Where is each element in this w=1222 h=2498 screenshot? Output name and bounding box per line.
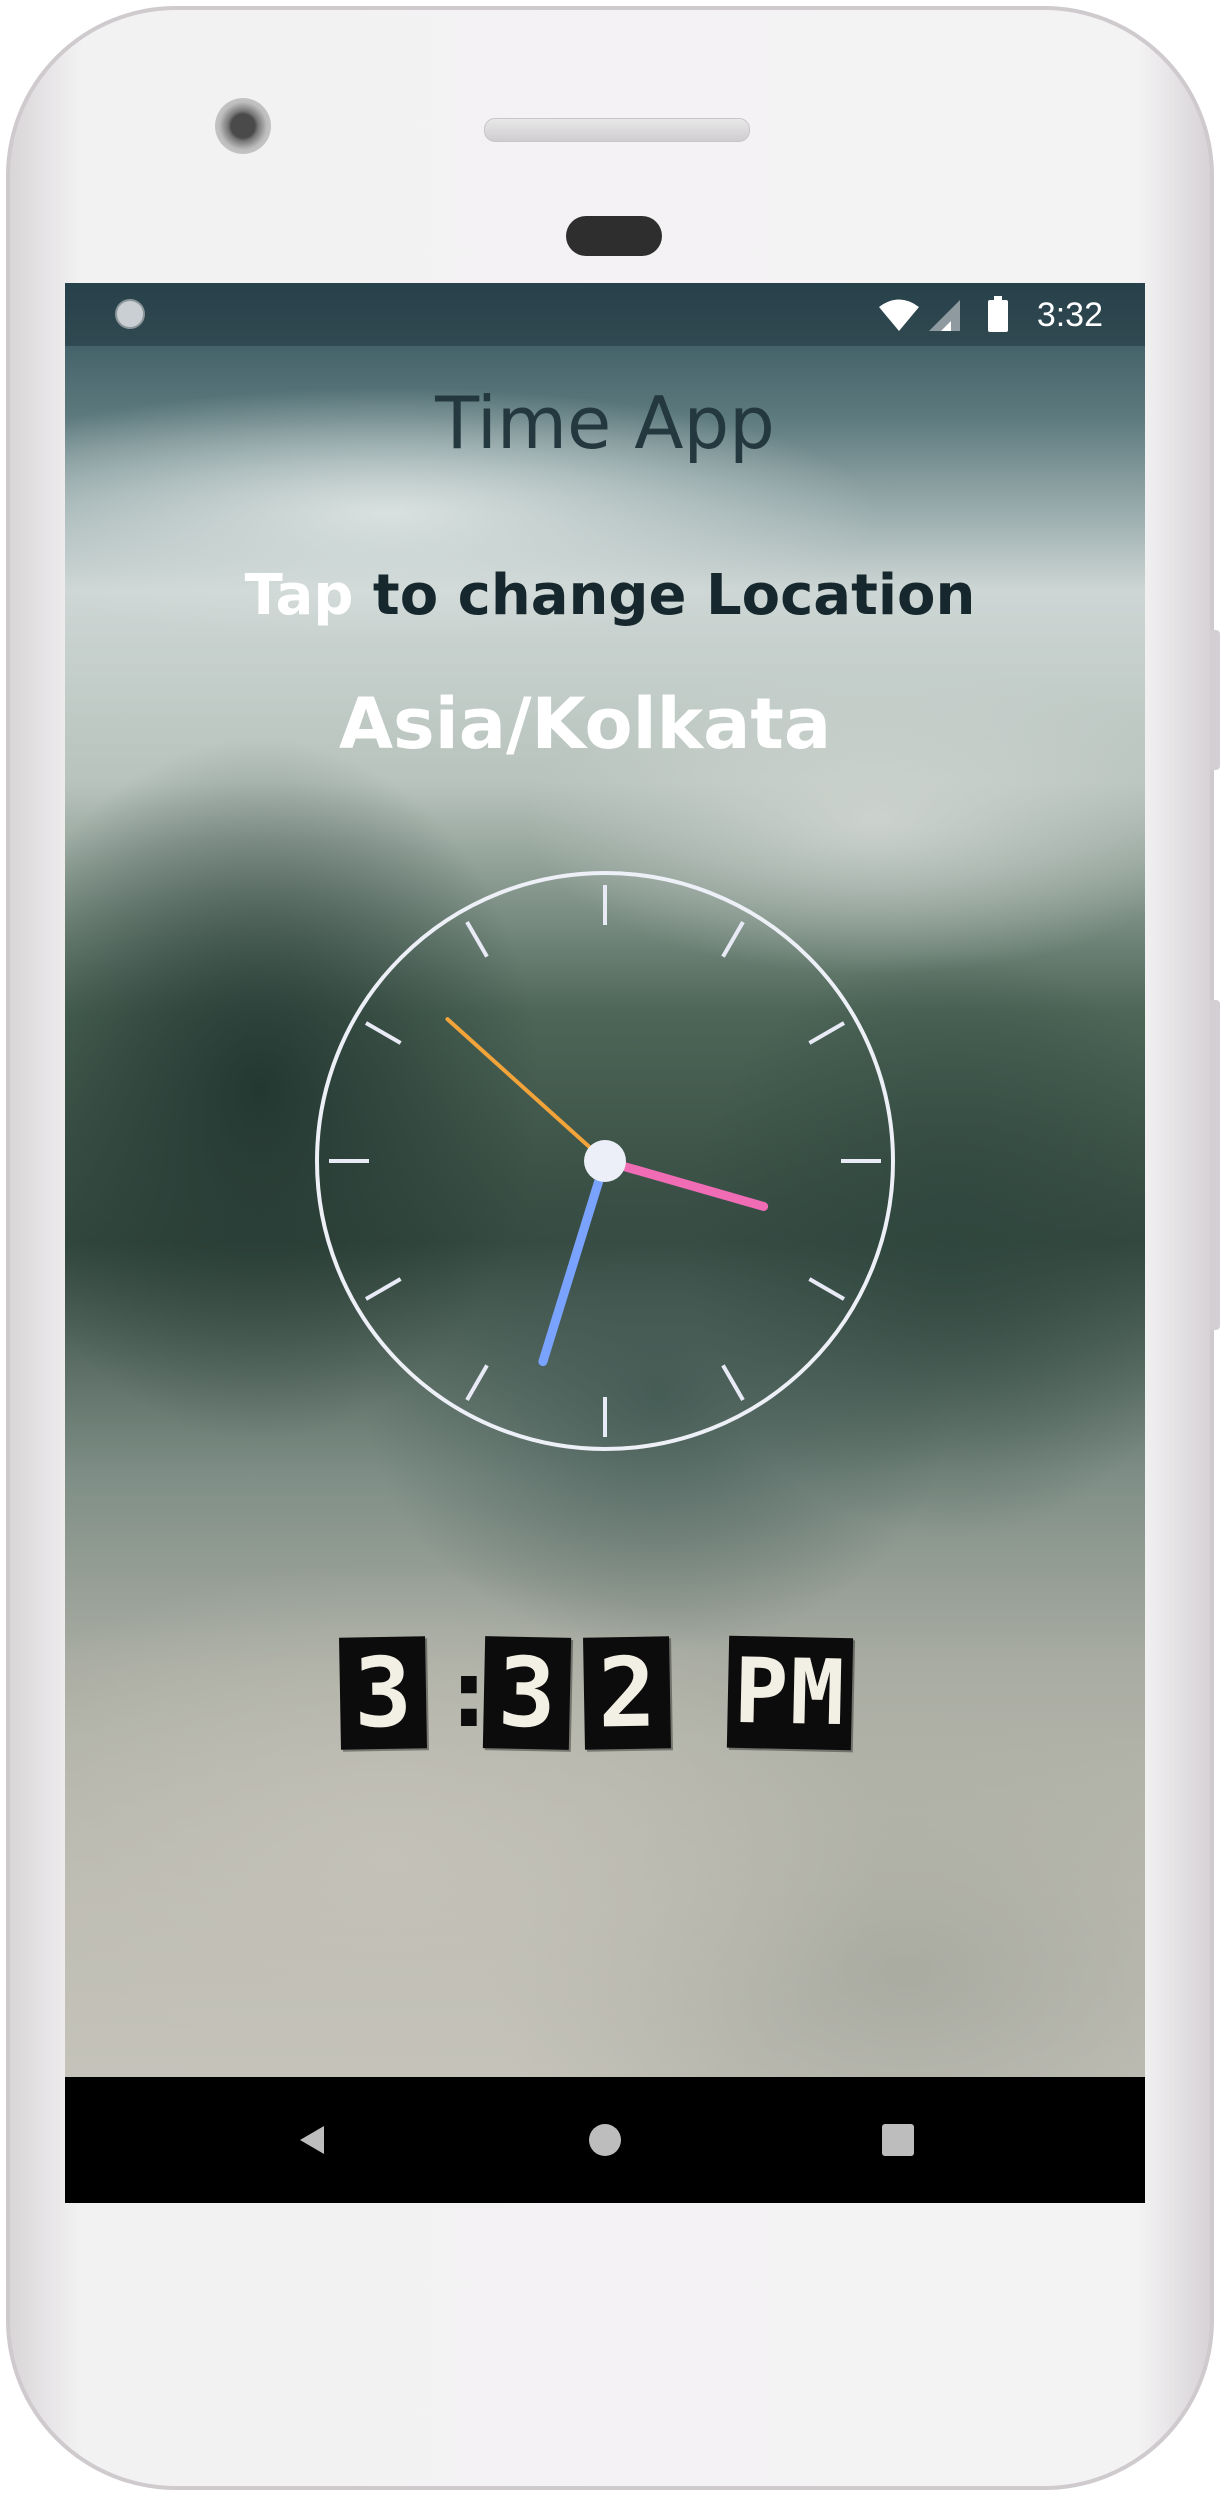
clock-tick xyxy=(465,920,489,958)
location-label[interactable]: Asia/Kolkata xyxy=(65,683,1145,765)
back-icon[interactable] xyxy=(284,2112,340,2168)
digital-minute-ones: 2 xyxy=(583,1636,671,1750)
clock-tick xyxy=(721,1364,745,1402)
battery-icon xyxy=(988,296,1008,332)
digital-separator: : xyxy=(440,1637,498,1749)
cell-signal-icon xyxy=(929,300,960,331)
volume-button xyxy=(1210,1000,1220,1330)
digital-minute-tens: 3 xyxy=(482,1636,572,1750)
clock-center-cap xyxy=(584,1140,626,1182)
clock-tick xyxy=(364,1277,402,1301)
analog-clock xyxy=(315,871,895,1451)
clock-tick xyxy=(808,1277,846,1301)
notification-dot-icon xyxy=(115,299,145,329)
tap-word: Tap xyxy=(244,563,354,628)
navigation-bar xyxy=(65,2077,1145,2203)
hour-hand xyxy=(600,1156,769,1211)
clock-tick xyxy=(465,1364,489,1402)
clock-tick xyxy=(721,920,745,958)
home-icon[interactable] xyxy=(577,2112,633,2168)
clock-tick xyxy=(808,1021,846,1045)
digital-clock: 3 : 3 2 PM xyxy=(339,1633,854,1753)
digital-ampm: PM xyxy=(726,1635,854,1751)
status-bar: 3:32 xyxy=(65,283,1145,346)
app-title: Time App xyxy=(435,381,775,465)
recents-icon[interactable] xyxy=(870,2112,926,2168)
change-location-text: to change Location xyxy=(353,563,976,628)
app-screen: 3:32 Time App Tap to change Location Asi… xyxy=(65,283,1145,2203)
digital-hour: 3 xyxy=(339,1636,427,1750)
earpiece xyxy=(566,216,662,256)
front-camera xyxy=(215,98,271,154)
power-button xyxy=(1210,630,1220,770)
wifi-icon xyxy=(879,299,919,331)
status-time: 3:32 xyxy=(1036,296,1103,334)
second-hand xyxy=(445,1017,607,1163)
minute-hand xyxy=(538,1156,610,1367)
top-speaker-grille xyxy=(484,118,750,142)
change-location-button[interactable]: Tap to change Location xyxy=(65,563,1145,628)
clock-tick xyxy=(364,1021,402,1045)
